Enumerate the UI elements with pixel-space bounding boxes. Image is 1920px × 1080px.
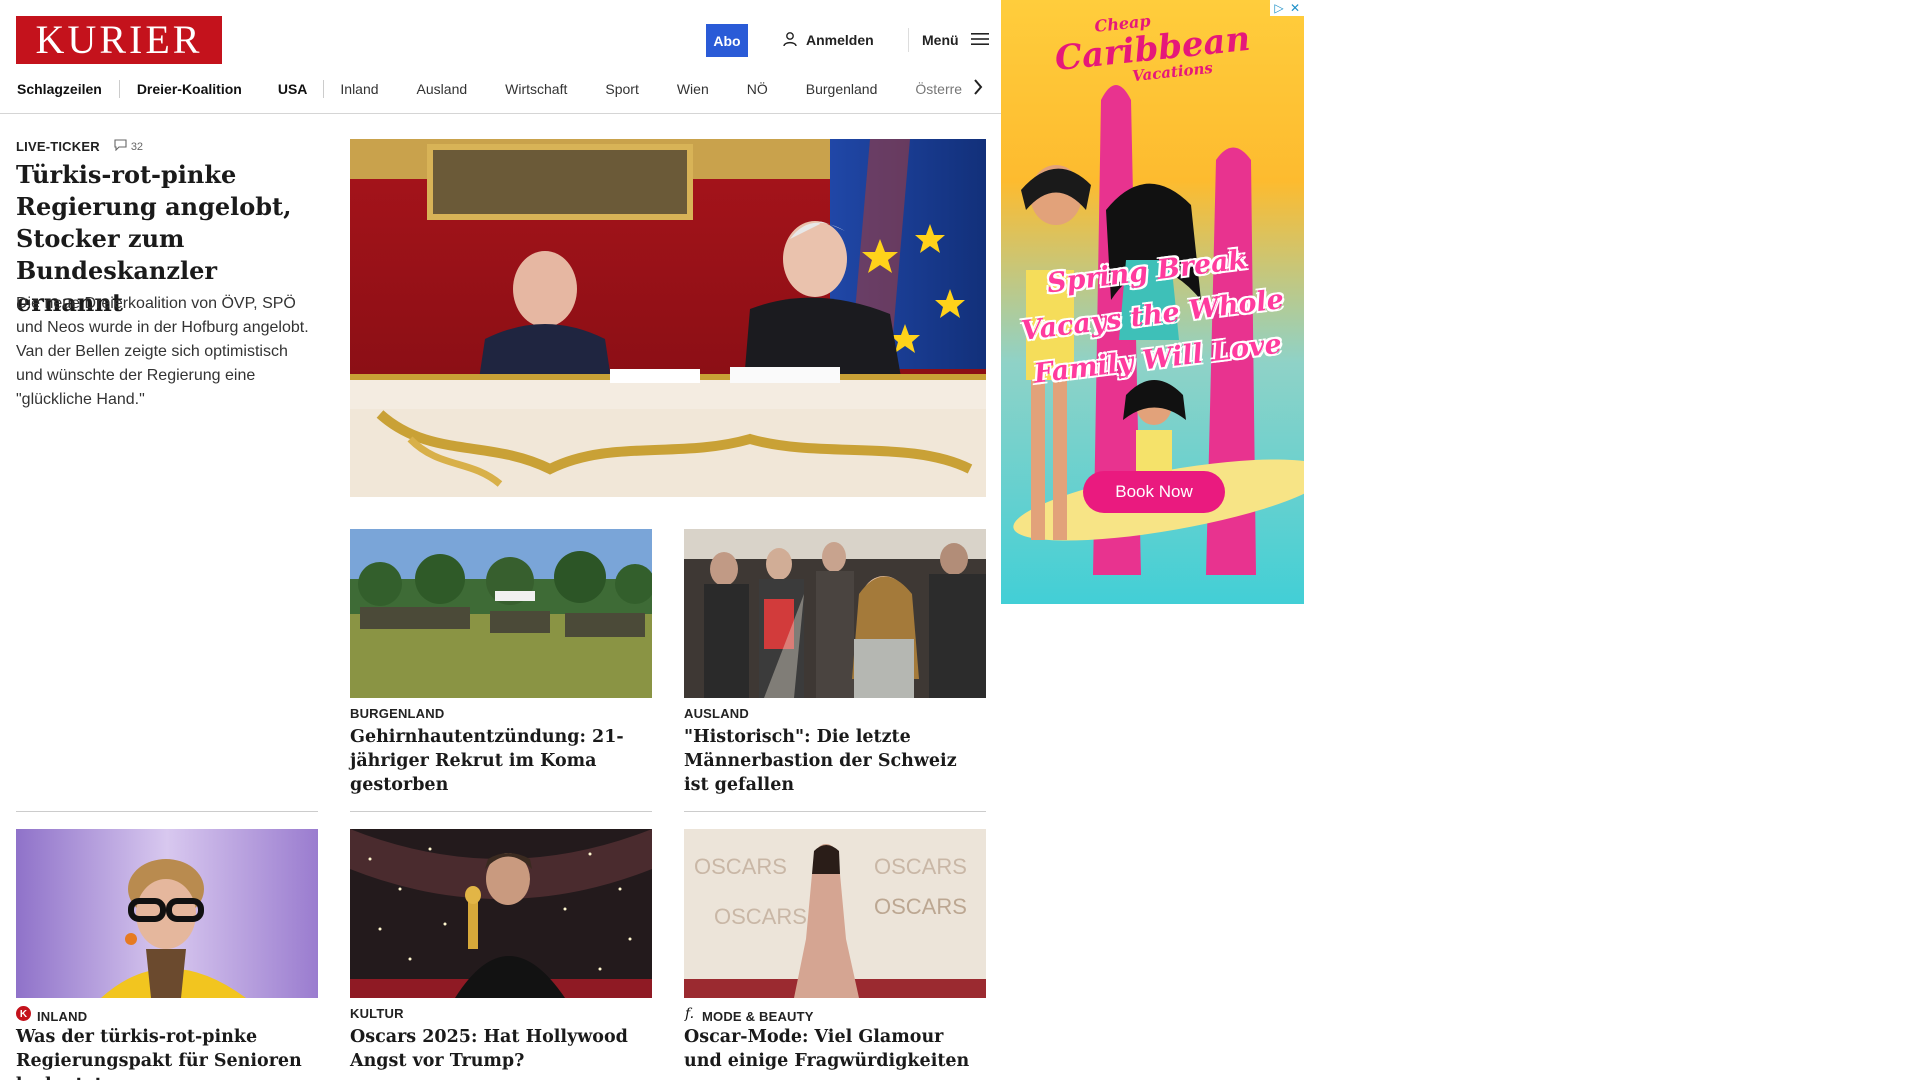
card-tag-row: BURGENLAND (350, 706, 444, 721)
nav-item-wien[interactable]: Wien (677, 81, 709, 97)
menu-button[interactable]: Menü (922, 28, 989, 52)
lead-meta: LIVE-TICKER 32 (16, 139, 143, 154)
nav-item-burgenland[interactable]: Burgenland (806, 81, 878, 97)
card-tag-row: AUSLAND (684, 706, 749, 721)
menu-label: Menü (922, 32, 959, 48)
row-divider (350, 811, 652, 812)
login-button[interactable]: Anmelden (782, 28, 874, 52)
ad-banner[interactable]: ▷ ✕ Cheap Caribbean Vacations Spring Bre… (1001, 0, 1304, 604)
site-header: KURIER Abo Anmelden Menü Schlagzeilen Dr… (0, 0, 1004, 114)
kurier-k-icon: K (16, 1006, 31, 1026)
lead-summary: Die neue Dreierkoalition von ÖVP, SPÖ un… (16, 295, 309, 408)
svg-text:K: K (20, 1009, 28, 1020)
hamburger-icon (970, 32, 989, 49)
card-headline[interactable]: "Historisch": Die letzte Männerbastion d… (684, 725, 986, 797)
card-headline[interactable]: Gehirnhautentzündung: 21-jähriger Rekrut… (350, 725, 652, 797)
lead-image[interactable] (350, 139, 986, 497)
book-now-button[interactable]: Book Now (1083, 471, 1225, 513)
login-label: Anmelden (806, 32, 874, 48)
comment-count[interactable]: 32 (114, 139, 143, 154)
kurier-page: KURIER Abo Anmelden Menü Schlagzeilen Dr… (0, 0, 1004, 1080)
card-headline[interactable]: Oscars 2025: Hat Hollywood Angst vor Tru… (350, 1025, 652, 1073)
nav-item-sport[interactable]: Sport (605, 81, 638, 97)
card-image-mode-beauty[interactable]: OSCARS OSCARS OSCARS OSCARS (684, 829, 986, 998)
comment-count-value: 32 (130, 140, 144, 153)
nav-item-usa[interactable]: USA (278, 81, 308, 97)
card-tag[interactable]: BURGENLAND (350, 706, 444, 721)
card-image-inland[interactable] (16, 829, 318, 998)
user-icon (782, 31, 798, 50)
nav-item-dreier-koalition[interactable]: Dreier-Koalition (137, 81, 242, 97)
card-tag[interactable]: KULTUR (350, 1006, 404, 1021)
svg-text:OSCARS: OSCARS (714, 904, 807, 929)
svg-text:f.: f. (684, 1006, 694, 1021)
nav-scroll-right-button[interactable] (968, 78, 988, 100)
card-tag[interactable]: INLAND (37, 1009, 87, 1024)
card-image-kultur[interactable] (350, 829, 652, 998)
card-image-burgenland[interactable] (350, 529, 652, 698)
abo-button[interactable]: Abo (706, 24, 748, 57)
card-tag[interactable]: MODE & BEAUTY (702, 1009, 814, 1024)
ad-brand: Cheap Caribbean Vacations (1001, 11, 1304, 85)
card-headline[interactable]: Was der türkis-rot-pinke Regierungspakt … (16, 1025, 318, 1080)
row-divider (16, 811, 318, 812)
svg-text:OSCARS: OSCARS (874, 894, 967, 919)
kurier-logo[interactable]: KURIER (16, 16, 222, 64)
chevron-right-icon (973, 78, 983, 100)
nav-item-inland[interactable]: Inland (340, 81, 378, 97)
card-tag-row: f. MODE & BEAUTY (684, 1006, 814, 1026)
nav-divider (118, 80, 120, 98)
card-tag-row: KULTUR (350, 1006, 404, 1021)
nav-item-noe[interactable]: NÖ (747, 81, 768, 97)
nav-divider (323, 80, 325, 98)
row-divider (684, 811, 986, 812)
nav-item-schlagzeilen[interactable]: Schlagzeilen (17, 81, 102, 97)
header-divider (908, 28, 909, 52)
svg-text:OSCARS: OSCARS (874, 854, 967, 879)
nav-item-oesterreich[interactable]: Österre (915, 81, 962, 97)
comment-icon (114, 139, 127, 154)
nav-item-ausland[interactable]: Ausland (417, 81, 468, 97)
category-nav: Schlagzeilen Dreier-Koalition USA Inland… (0, 76, 990, 102)
card-tag[interactable]: AUSLAND (684, 706, 749, 721)
lead-tag[interactable]: LIVE-TICKER (16, 139, 100, 154)
nav-item-wirtschaft[interactable]: Wirtschaft (505, 81, 567, 97)
fashion-f-icon: f. (684, 1006, 696, 1026)
card-tag-row: K INLAND (16, 1006, 87, 1026)
card-image-ausland[interactable] (684, 529, 986, 698)
svg-text:OSCARS: OSCARS (694, 854, 787, 879)
card-headline[interactable]: Oscar-Mode: Viel Glamour und einige Frag… (684, 1025, 986, 1073)
